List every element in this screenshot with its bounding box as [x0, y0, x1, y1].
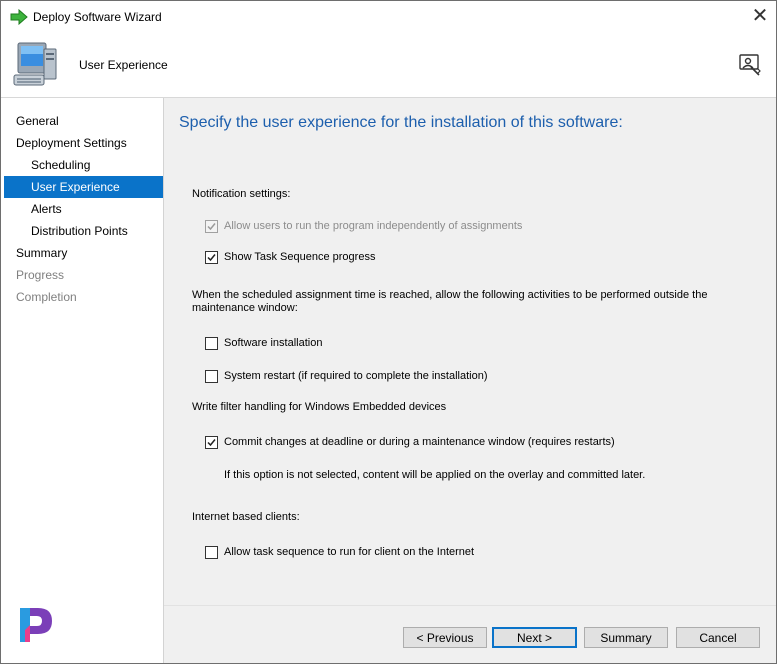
- nav-item-user-experience[interactable]: User Experience: [4, 176, 163, 198]
- nav-item-scheduling[interactable]: Scheduling: [1, 154, 163, 176]
- nav-item-general[interactable]: General: [1, 110, 163, 132]
- wizard-content-panel: Specify the user experience for the inst…: [164, 98, 776, 663]
- allow-internet-checkbox[interactable]: [205, 546, 218, 559]
- wizard-header: User Experience: [1, 33, 776, 98]
- allow-internet-label[interactable]: Allow task sequence to run for client on…: [224, 546, 474, 558]
- help-user-icon[interactable]: [738, 53, 762, 77]
- summary-button[interactable]: Summary: [584, 627, 668, 648]
- green-arrow-icon: [10, 8, 28, 26]
- nav-item-summary[interactable]: Summary: [1, 242, 163, 264]
- nav-item-distribution-points[interactable]: Distribution Points: [1, 220, 163, 242]
- maintenance-window-label-2: maintenance window:: [192, 302, 298, 314]
- allow-independent-label: Allow users to run the program independe…: [224, 220, 523, 232]
- close-icon[interactable]: ✕: [752, 5, 769, 27]
- notification-settings-label: Notification settings:: [192, 188, 291, 200]
- nav-item-alerts[interactable]: Alerts: [1, 198, 163, 220]
- previous-button[interactable]: < Previous: [403, 627, 487, 648]
- content-heading: Specify the user experience for the inst…: [179, 114, 623, 131]
- close-button[interactable]: ✕: [746, 3, 774, 31]
- nav-item-completion: Completion: [16, 290, 77, 304]
- show-progress-label[interactable]: Show Task Sequence progress: [224, 251, 375, 263]
- system-restart-checkbox[interactable]: [205, 370, 218, 383]
- button-bar-divider: [164, 605, 776, 606]
- write-filter-label: Write filter handling for Windows Embedd…: [192, 401, 447, 413]
- nav-item-progress: Progress: [16, 268, 65, 282]
- wizard-steps-list: General Deployment Settings Scheduling U…: [1, 110, 163, 308]
- checkmark-icon: [207, 439, 216, 447]
- allow-independent-checkbox: [205, 220, 218, 233]
- show-progress-checkbox[interactable]: [205, 251, 218, 264]
- next-button[interactable]: Next >: [492, 627, 577, 648]
- checkmark-icon: [207, 254, 216, 262]
- cancel-button[interactable]: Cancel: [676, 627, 760, 648]
- internet-clients-label: Internet based clients:: [192, 511, 300, 523]
- wizard-window: Deploy Software Wizard ✕ User Experience: [0, 0, 777, 664]
- software-installation-checkbox[interactable]: [205, 337, 218, 350]
- commit-changes-checkbox[interactable]: [205, 436, 218, 449]
- computer-icon: [10, 39, 62, 91]
- brand-logo-icon: [16, 604, 58, 644]
- system-restart-label[interactable]: System restart (if required to complete …: [224, 370, 488, 382]
- commit-note-text: If this option is not selected, content …: [224, 469, 646, 481]
- wizard-nav-sidebar: General Deployment Settings Scheduling U…: [1, 98, 164, 663]
- page-title: User Experience: [79, 58, 168, 72]
- title-bar: Deploy Software Wizard ✕: [1, 1, 776, 33]
- software-installation-label[interactable]: Software installation: [224, 337, 322, 349]
- commit-changes-label[interactable]: Commit changes at deadline or during a m…: [224, 436, 615, 448]
- window-title: Deploy Software Wizard: [33, 10, 162, 24]
- nav-item-deployment-settings[interactable]: Deployment Settings: [1, 132, 163, 154]
- maintenance-window-label: When the scheduled assignment time is re…: [192, 289, 708, 301]
- checkmark-icon: [207, 223, 216, 231]
